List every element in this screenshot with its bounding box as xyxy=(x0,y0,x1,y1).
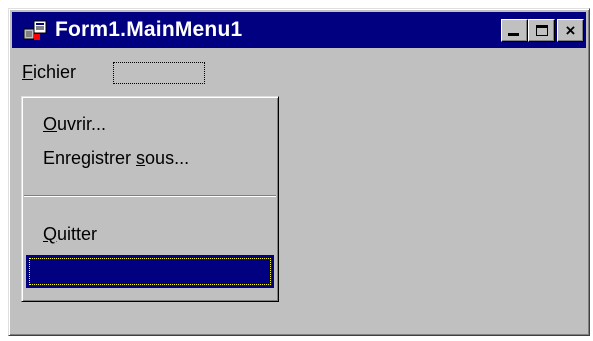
new-menu-item-selected[interactable] xyxy=(26,255,274,288)
menu-item-quitter-label: uitter xyxy=(57,224,98,244)
app-icon[interactable] xyxy=(22,20,48,42)
menu-item-ouvrir-mnemonic: O xyxy=(43,114,58,134)
menu-item-quitter[interactable]: Quitter xyxy=(43,221,97,247)
menu-item-enregistrer-sous[interactable]: Enregistrer sous... xyxy=(43,145,189,171)
close-icon: × xyxy=(565,21,576,40)
form1-window: Form1.MainMenu1 × Fichier Ouvrir... Enre… xyxy=(8,8,590,336)
window-title: Form1.MainMenu1 xyxy=(55,18,243,41)
menu-item-enregistrer-label-pre: Enregistrer xyxy=(43,148,137,168)
menu-fichier-label: ichier xyxy=(33,62,77,82)
menu-separator xyxy=(24,195,276,197)
minimize-icon xyxy=(508,33,519,36)
minimize-button[interactable] xyxy=(501,19,528,42)
close-button[interactable]: × xyxy=(557,19,584,42)
menu-item-quitter-mnemonic: Q xyxy=(43,224,58,244)
menu-item-enregistrer-mnemonic: s xyxy=(136,148,146,168)
maximize-icon xyxy=(535,25,548,36)
new-menu-placeholder[interactable] xyxy=(113,62,205,84)
maximize-button[interactable] xyxy=(528,19,555,42)
focus-rectangle xyxy=(29,258,271,285)
menu-item-ouvrir-label: uvrir... xyxy=(57,114,107,134)
menu-bar: Fichier xyxy=(12,55,586,89)
menu-fichier[interactable]: Fichier xyxy=(18,59,80,85)
menu-item-enregistrer-label-post: ous... xyxy=(145,148,190,168)
menu-fichier-mnemonic: F xyxy=(22,62,33,82)
fichier-dropdown: Ouvrir... Enregistrer sous... Quitter xyxy=(21,96,279,302)
title-bar[interactable]: Form1.MainMenu1 × xyxy=(12,12,586,48)
menu-item-ouvrir[interactable]: Ouvrir... xyxy=(43,111,106,137)
